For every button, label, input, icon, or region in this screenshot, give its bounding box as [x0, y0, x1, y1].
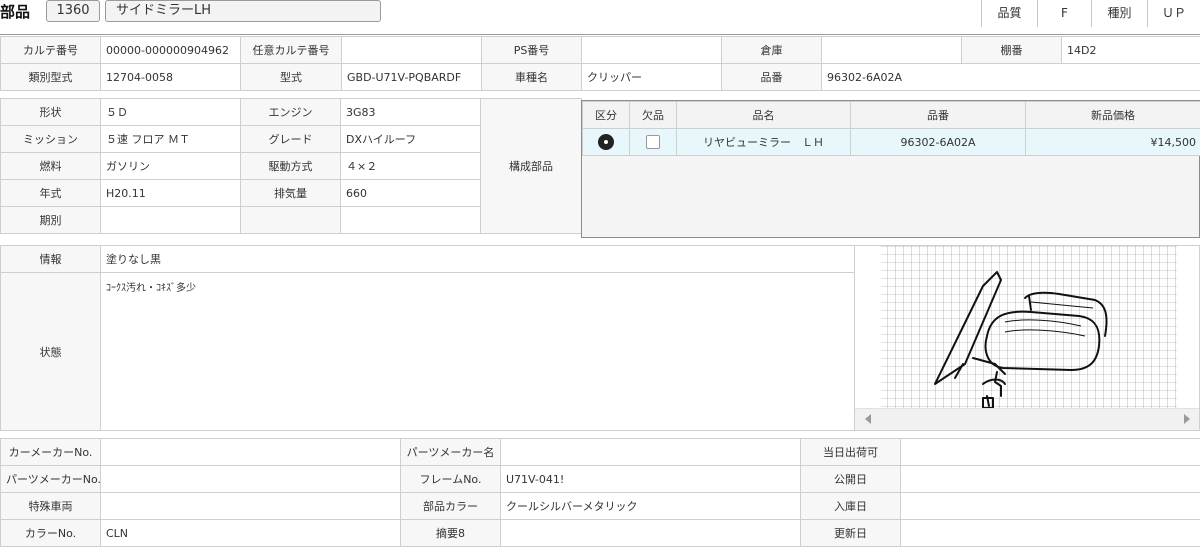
- shelf-value: 14D2: [1061, 36, 1200, 64]
- ps-no-value: [581, 36, 722, 64]
- condition-label: 状態: [0, 272, 101, 431]
- page-title: 部品: [0, 3, 31, 21]
- summary8-label: 摘要8: [400, 519, 501, 547]
- col-item-name: 品名: [676, 101, 851, 129]
- info-value: 塗りなし黒: [100, 245, 855, 273]
- model-label: 型式: [240, 63, 342, 91]
- info-label: 情報: [0, 245, 101, 273]
- part-image-panel[interactable]: [854, 245, 1200, 431]
- condition-value: ｺｰｸｽ汚れ・ｺｷｽﾞ多少: [100, 272, 855, 431]
- part-code-field[interactable]: 1360: [46, 0, 100, 22]
- same-day-value: [900, 438, 1200, 466]
- part-color-label: 部品カラー: [400, 492, 501, 520]
- empty-label: [240, 206, 341, 234]
- mission-label: ミッション: [0, 125, 101, 153]
- spec-table: 形状 ５Ｄ エンジン 3G83 構成部品 ミッション ５速 フロア ＭＴ グレー…: [0, 98, 582, 234]
- year-value: H20.11: [100, 179, 241, 207]
- part-color-value: クールシルバーメタリック: [500, 492, 801, 520]
- karte-info-table: カルテ番号 00000-000000904962 任意カルテ番号 PS番号 倉庫…: [0, 36, 1200, 91]
- mirror-diagram-icon: [881, 246, 1177, 410]
- ps-no-label: PS番号: [481, 36, 582, 64]
- missing-cell: [629, 128, 677, 156]
- warehouse-value: [821, 36, 962, 64]
- part-name-field[interactable]: サイドミラーLH: [105, 0, 381, 22]
- warehouse-label: 倉庫: [721, 36, 822, 64]
- col-missing: 欠品: [629, 101, 677, 129]
- any-karte-value: [341, 36, 482, 64]
- engine-value: 3G83: [340, 98, 481, 126]
- engine-label: エンジン: [240, 98, 341, 126]
- grade-value: DXハイルーフ: [340, 125, 481, 153]
- period-value: [100, 206, 241, 234]
- col-new-price: 新品価格: [1025, 101, 1200, 129]
- kind-label: 種別: [1091, 0, 1147, 27]
- col-category: 区分: [582, 101, 630, 129]
- frame-no-label: フレームNo.: [400, 465, 501, 493]
- scroll-right-icon[interactable]: [1184, 414, 1190, 424]
- components-label: 構成部品: [480, 98, 582, 234]
- arrival-date-value: [900, 492, 1200, 520]
- class-model-label: 類別型式: [0, 63, 101, 91]
- any-karte-label: 任意カルテ番号: [240, 36, 342, 64]
- model-value: GBD-U71V-PQBARDF: [341, 63, 482, 91]
- drive-label: 駆動方式: [240, 152, 341, 180]
- color-no-label: カラーNo.: [0, 519, 101, 547]
- parts-maker-no-label: パーツメーカーNo.: [0, 465, 101, 493]
- summary8-value: [500, 519, 801, 547]
- color-no-value: CLN: [100, 519, 401, 547]
- col-item-number: 品番: [850, 101, 1026, 129]
- karte-no-label: カルテ番号: [0, 36, 101, 64]
- header-divider: [0, 34, 1200, 35]
- update-date-label: 更新日: [800, 519, 901, 547]
- frame-no-value: U71V-041!: [500, 465, 801, 493]
- part-no-value: 96302-6A02A: [821, 63, 1200, 91]
- item-number-cell: 96302-6A02A: [850, 128, 1026, 156]
- arrival-date-label: 入庫日: [800, 492, 901, 520]
- publish-date-label: 公開日: [800, 465, 901, 493]
- car-maker-no-value: [100, 438, 401, 466]
- shelf-label: 棚番: [961, 36, 1062, 64]
- parts-maker-name-value: [500, 438, 801, 466]
- item-name-cell: リヤビューミラー ＬＨ: [676, 128, 851, 156]
- mission-value: ５速 フロア ＭＴ: [100, 125, 241, 153]
- displacement-label: 排気量: [240, 179, 341, 207]
- grade-label: グレード: [240, 125, 341, 153]
- empty-value: [340, 206, 481, 234]
- drive-value: ４×２: [340, 152, 481, 180]
- part-no-label: 品番: [721, 63, 822, 91]
- same-day-label: 当日出荷可: [800, 438, 901, 466]
- class-model-value: 12704-0058: [100, 63, 241, 91]
- parts-maker-no-value: [100, 465, 401, 493]
- car-name-value: クリッパー: [581, 63, 722, 91]
- disc-icon: [598, 134, 614, 150]
- car-name-label: 車種名: [481, 63, 582, 91]
- scroll-left-icon[interactable]: [865, 414, 871, 424]
- fuel-value: ガソリン: [100, 152, 241, 180]
- shape-label: 形状: [0, 98, 101, 126]
- quality-label: 品質: [981, 0, 1037, 27]
- publish-date-value: [900, 465, 1200, 493]
- kind-value: ＵＰ: [1147, 0, 1200, 27]
- item-price-cell: ¥14,500: [1025, 128, 1200, 156]
- info-table: 情報 塗りなし黒 状態 ｺｰｸｽ汚れ・ｺｷｽﾞ多少: [0, 245, 855, 431]
- shape-value: ５Ｄ: [100, 98, 241, 126]
- year-label: 年式: [0, 179, 101, 207]
- category-cell: [582, 128, 630, 156]
- car-maker-no-label: カーメーカーNo.: [0, 438, 101, 466]
- parts-maker-name-label: パーツメーカー名: [400, 438, 501, 466]
- period-label: 期別: [0, 206, 101, 234]
- update-date-value: [900, 519, 1200, 547]
- table-row[interactable]: リヤビューミラー ＬＨ 96302-6A02A ¥14,500: [582, 128, 1200, 156]
- karte-no-value: 00000-000000904962: [100, 36, 241, 64]
- bottom-info-table: カーメーカーNo. パーツメーカー名 当日出荷可 パーツメーカーNo. フレーム…: [0, 438, 1200, 547]
- displacement-value: 660: [340, 179, 481, 207]
- special-car-value: [100, 492, 401, 520]
- image-scrollbar[interactable]: [855, 408, 1199, 430]
- fuel-label: 燃料: [0, 152, 101, 180]
- missing-checkbox[interactable]: [646, 135, 660, 149]
- quality-value: F: [1037, 0, 1091, 27]
- components-table: 区分 欠品 品名 品番 新品価格 リヤビューミラー ＬＨ 96302-6A02A…: [581, 100, 1200, 238]
- special-car-label: 特殊車両: [0, 492, 101, 520]
